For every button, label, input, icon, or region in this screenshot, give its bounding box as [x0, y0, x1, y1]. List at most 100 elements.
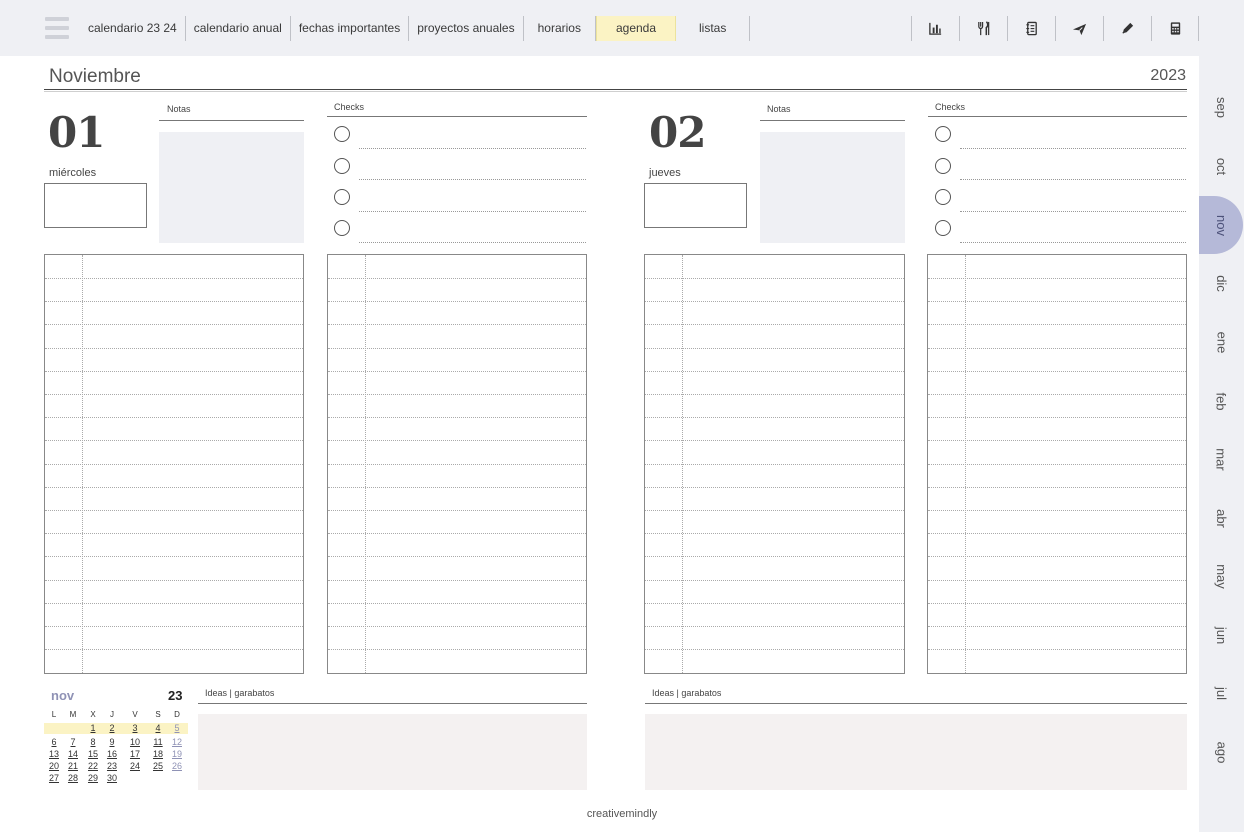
mini-calendar-day[interactable]: 29 [83, 773, 103, 783]
mini-calendar-day[interactable]: 6 [44, 737, 64, 747]
mini-calendar-day[interactable]: 7 [63, 737, 83, 747]
check-line[interactable] [359, 148, 586, 149]
tab-horarios[interactable]: horarios [524, 16, 596, 41]
mini-calendar-day[interactable]: 23 [102, 761, 122, 771]
mini-calendar-day[interactable]: 19 [167, 749, 187, 759]
mini-calendar-day[interactable]: 26 [167, 761, 187, 771]
tasks-panel[interactable] [327, 254, 587, 674]
month-tab-sep[interactable]: sep [1199, 78, 1244, 136]
mini-calendar-day[interactable]: 16 [102, 749, 122, 759]
ruled-line [928, 510, 1186, 511]
mini-calendar-day[interactable]: 28 [63, 773, 83, 783]
ruled-line [328, 348, 586, 349]
mini-calendar-day[interactable]: 3 [125, 723, 145, 733]
tab-calendario-23-24[interactable]: calendario 23 24 [80, 16, 186, 41]
month-tab-jun[interactable]: jun [1199, 606, 1244, 664]
mini-calendar-day[interactable]: 18 [148, 749, 168, 759]
mini-calendar-day[interactable]: 13 [44, 749, 64, 759]
month-tab-dic[interactable]: dic [1199, 254, 1244, 312]
bar-chart-icon[interactable] [911, 16, 959, 41]
month-tab-jul[interactable]: jul [1199, 664, 1244, 722]
tab-agenda[interactable]: agenda [595, 16, 677, 41]
ideas-box[interactable] [198, 714, 587, 790]
mini-calendar-day[interactable]: 2 [102, 723, 122, 733]
ruled-line [928, 394, 1186, 395]
check-line[interactable] [960, 242, 1186, 243]
mini-calendar-day[interactable]: 8 [83, 737, 103, 747]
tab-calendario-anual[interactable]: calendario anual [186, 16, 291, 41]
notes-box[interactable] [760, 132, 905, 243]
mini-calendar-day[interactable]: 21 [63, 761, 83, 771]
schedule-panel[interactable] [44, 254, 304, 674]
ruled-line [928, 348, 1186, 349]
calculator-icon[interactable] [1151, 16, 1199, 41]
schedule-panel[interactable] [644, 254, 905, 674]
mini-calendar-day[interactable]: 24 [125, 761, 145, 771]
mini-calendar-day[interactable]: 11 [148, 737, 168, 747]
check-circle[interactable] [935, 189, 951, 205]
menu-icon[interactable] [45, 15, 69, 41]
mini-calendar-day[interactable]: 17 [125, 749, 145, 759]
month-rail: sep oct nov dic ene feb mar abr may jun … [1199, 56, 1244, 832]
mini-calendar-day[interactable]: 4 [148, 723, 168, 733]
day-box[interactable] [44, 183, 147, 228]
mini-calendar-day[interactable]: 12 [167, 737, 187, 747]
day-box[interactable] [644, 183, 747, 228]
ruled-line [928, 626, 1186, 627]
check-line[interactable] [359, 242, 586, 243]
notes-box[interactable] [159, 132, 304, 243]
mini-calendar-day[interactable]: 30 [102, 773, 122, 783]
ruled-line [928, 417, 1186, 418]
check-circle[interactable] [334, 158, 350, 174]
ruled-line [45, 301, 303, 302]
mini-calendar-day[interactable]: 10 [125, 737, 145, 747]
check-line[interactable] [359, 211, 586, 212]
check-circle[interactable] [334, 189, 350, 205]
check-line[interactable] [960, 211, 1186, 212]
ruled-line [45, 649, 303, 650]
month-tab-mar[interactable]: mar [1199, 430, 1244, 488]
weekday-header: L [51, 710, 57, 719]
ideas-box[interactable] [645, 714, 1187, 790]
tab-proyectos-anuales[interactable]: proyectos anuales [409, 16, 524, 41]
tab-fechas-importantes[interactable]: fechas importantes [291, 16, 410, 41]
ruled-line [328, 440, 586, 441]
check-circle[interactable] [935, 126, 951, 142]
mini-calendar-day[interactable]: 14 [63, 749, 83, 759]
notes-label: Notas [767, 104, 791, 114]
mini-calendar-day[interactable]: 20 [44, 761, 64, 771]
notes-rule [760, 120, 905, 121]
check-circle[interactable] [334, 220, 350, 236]
check-line[interactable] [960, 148, 1186, 149]
month-tab-nov[interactable]: nov [1199, 196, 1243, 254]
ruled-line [328, 394, 586, 395]
mini-calendar-day[interactable]: 27 [44, 773, 64, 783]
check-circle[interactable] [935, 220, 951, 236]
mini-calendar-day[interactable]: 5 [167, 723, 187, 733]
notebook-icon[interactable] [1007, 16, 1055, 41]
month-tab-oct[interactable]: oct [1199, 137, 1244, 195]
check-line[interactable] [359, 179, 586, 180]
month-tab-feb[interactable]: feb [1199, 372, 1244, 430]
mini-calendar-day[interactable]: 25 [148, 761, 168, 771]
ruled-line [328, 626, 586, 627]
month-tab-ago[interactable]: ago [1199, 723, 1244, 781]
pencil-icon[interactable] [1103, 16, 1151, 41]
month-tab-abr[interactable]: abr [1199, 489, 1244, 547]
mini-calendar-day[interactable]: 15 [83, 749, 103, 759]
ruled-line [645, 301, 904, 302]
ruled-line [645, 394, 904, 395]
mini-calendar-day[interactable]: 9 [102, 737, 122, 747]
ruled-line [45, 394, 303, 395]
check-circle[interactable] [935, 158, 951, 174]
mini-calendar-day[interactable]: 22 [83, 761, 103, 771]
check-line[interactable] [960, 179, 1186, 180]
cutlery-icon[interactable] [959, 16, 1007, 41]
check-circle[interactable] [334, 126, 350, 142]
tab-listas[interactable]: listas [676, 16, 751, 41]
month-tab-ene[interactable]: ene [1199, 313, 1244, 371]
airplane-icon[interactable] [1055, 16, 1103, 41]
tasks-panel[interactable] [927, 254, 1187, 674]
mini-calendar-day[interactable]: 1 [83, 723, 103, 733]
month-tab-may[interactable]: may [1199, 547, 1244, 605]
